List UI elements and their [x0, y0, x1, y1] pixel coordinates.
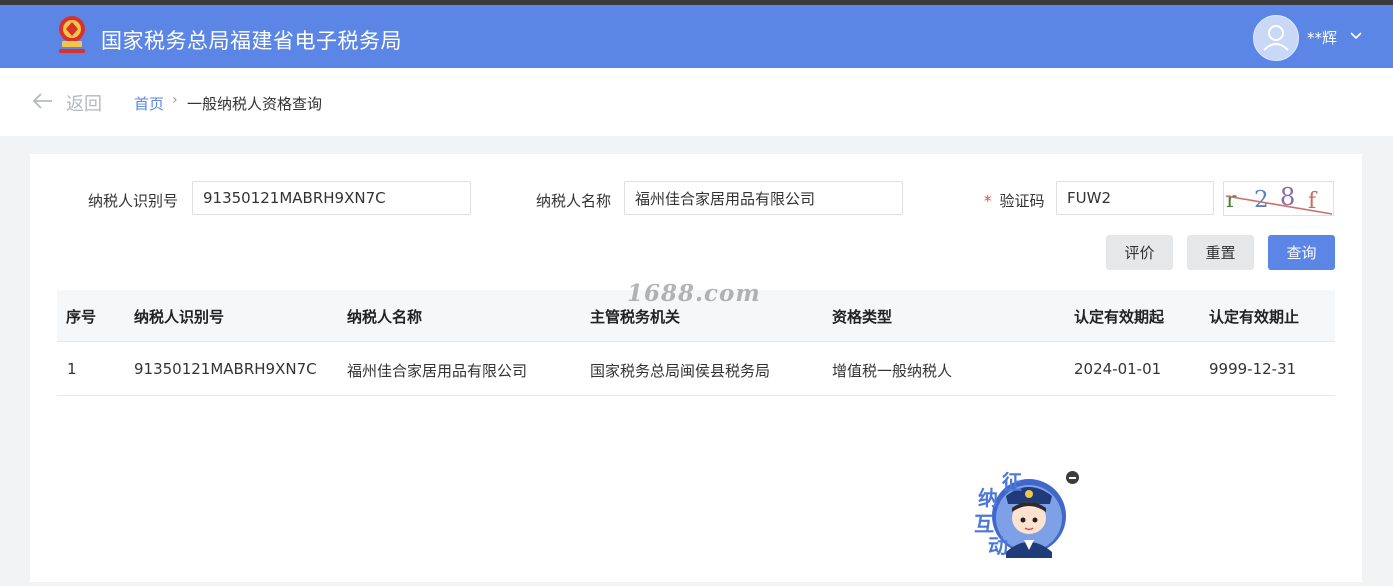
arrow-left-icon [32, 93, 52, 109]
watermark: 1688.com [627, 280, 761, 307]
captcha-char: 2 [1254, 187, 1269, 213]
table-cell: 1 [67, 360, 77, 378]
table-cell: 国家税务总局闽侯县税务局 [590, 362, 771, 380]
query-panel: 纳税人识别号 纳税人名称 * 验证码 r 2 8 f 评价 重置 查询 序号 纳税… [30, 154, 1362, 582]
evaluate-button[interactable]: 评价 [1106, 235, 1173, 270]
column-header: 纳税人识别号 [134, 308, 225, 326]
table-row: 1 91350121MABRH9XN7C 福州佳合家居用品有限公司 国家税务总局… [57, 342, 1335, 396]
column-header: 资格类型 [832, 308, 893, 326]
mascot-close-button[interactable] [1066, 471, 1079, 484]
taxpayer-name-input[interactable] [624, 181, 903, 215]
captcha-label: * 验证码 [984, 190, 1045, 211]
site-title: 国家税务总局福建省电子税务局 [101, 29, 402, 53]
interaction-mascot-widget[interactable]: 征 纳 互 动 [966, 466, 1084, 582]
taxpayer-id-input[interactable] [192, 181, 471, 215]
tax-emblem-icon [59, 16, 85, 53]
column-header: 序号 [66, 308, 97, 326]
username[interactable]: **辉 [1307, 27, 1337, 48]
column-header: 认定有效期起 [1074, 308, 1165, 326]
captcha-graphic: r 2 8 f [1225, 183, 1333, 215]
chevron-down-icon[interactable] [1349, 31, 1363, 41]
breadcrumb-current: 一般纳税人资格查询 [187, 95, 323, 113]
table-cell: 福州佳合家居用品有限公司 [347, 362, 528, 380]
captcha-label-text: 验证码 [999, 192, 1045, 210]
captcha-input[interactable] [1056, 181, 1214, 215]
captcha-char: r [1226, 188, 1237, 213]
avatar[interactable] [1253, 15, 1299, 61]
mascot-char: 纳 [978, 486, 998, 510]
table-cell: 增值税一般纳税人 [832, 362, 953, 380]
user-icon [1263, 25, 1289, 51]
table-cell: 9999-12-31 [1209, 360, 1297, 378]
captcha-image[interactable]: r 2 8 f [1223, 181, 1334, 216]
reset-button[interactable]: 重置 [1187, 235, 1254, 270]
column-header: 认定有效期止 [1209, 308, 1300, 326]
query-button[interactable]: 查询 [1268, 235, 1335, 270]
mascot-char: 动 [988, 534, 1008, 558]
site-header: 国家税务总局福建省电子税务局 **辉 [0, 5, 1393, 68]
table-cell: 2024-01-01 [1074, 360, 1162, 378]
back-label: 返回 [66, 94, 102, 115]
table-cell: 91350121MABRH9XN7C [134, 360, 317, 378]
breadcrumb-bar: 返回 首页 › 一般纳税人资格查询 [0, 68, 1393, 136]
column-header: 主管税务机关 [590, 308, 681, 326]
mascot-char: 征 [1002, 470, 1022, 494]
taxpayer-id-label: 纳税人识别号 [88, 192, 179, 210]
column-header: 纳税人名称 [347, 308, 423, 326]
required-mark: * [984, 192, 992, 210]
breadcrumb-home-link[interactable]: 首页 [134, 93, 164, 114]
taxpayer-name-label: 纳税人名称 [536, 192, 612, 210]
breadcrumb-separator: › [172, 92, 178, 108]
